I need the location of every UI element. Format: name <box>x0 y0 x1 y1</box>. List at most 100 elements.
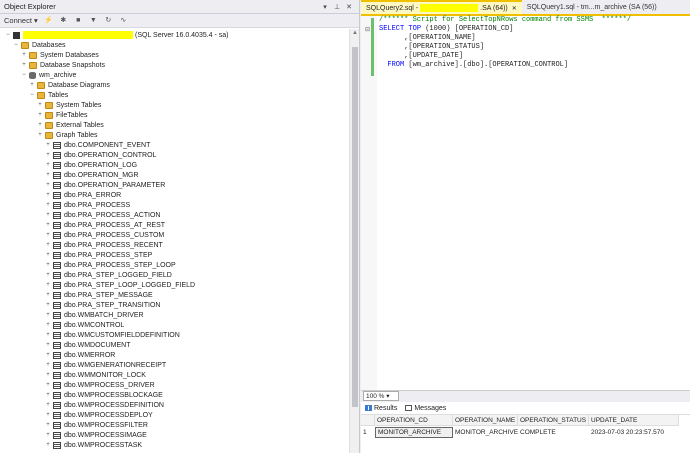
table-node[interactable]: + dbo.PRA_STEP_MESSAGE <box>44 290 153 300</box>
grid-cell[interactable]: 2023-07-03 20:23:57.570 <box>589 427 679 438</box>
table-node[interactable]: + dbo.PRA_ERROR <box>44 190 121 200</box>
table-node[interactable]: + dbo.PRA_STEP_LOOP_LOGGED_FIELD <box>44 280 195 290</box>
table-node[interactable]: + dbo.PRA_PROCESS_RECENT <box>44 240 163 250</box>
table-node[interactable]: + dbo.WMCONTROL <box>44 320 124 330</box>
expand-icon[interactable]: + <box>44 282 52 288</box>
tree-node-database-diagrams[interactable]: + Database Diagrams <box>28 80 110 90</box>
tab-messages[interactable]: Messages <box>405 405 446 412</box>
grid-corner[interactable] <box>361 415 375 426</box>
table-node[interactable]: + dbo.WMPROCESSFILTER <box>44 420 148 430</box>
expand-icon[interactable]: + <box>36 132 44 138</box>
tree-node-filetables[interactable]: + FileTables <box>36 110 88 120</box>
table-node[interactable]: + dbo.PRA_PROCESS_AT_REST <box>44 220 165 230</box>
expand-icon[interactable]: + <box>44 152 52 158</box>
table-node[interactable]: + dbo.WMPROCESSDEPLOY <box>44 410 153 420</box>
expand-icon[interactable]: + <box>44 302 52 308</box>
expand-icon[interactable]: + <box>44 172 52 178</box>
tree-node-system-databases[interactable]: + System Databases <box>20 50 99 60</box>
sql-code-editor[interactable]: ⊟ /****** Script for SelectTopNRows comm… <box>361 14 690 390</box>
expand-icon[interactable]: + <box>20 62 28 68</box>
grid-column-header[interactable]: OPERATION_STATUS <box>518 415 589 426</box>
expand-icon[interactable]: + <box>44 422 52 428</box>
table-node[interactable]: + dbo.PRA_PROCESS_ACTION <box>44 210 160 220</box>
scrollbar-thumb[interactable] <box>352 47 358 407</box>
tree-node-graph-tables[interactable]: + Graph Tables <box>36 130 98 140</box>
table-node[interactable]: + dbo.PRA_STEP_TRANSITION <box>44 300 160 310</box>
table-node[interactable]: + dbo.WMMONITOR_LOCK <box>44 370 146 380</box>
table-node[interactable]: + dbo.PRA_PROCESS_STEP <box>44 250 152 260</box>
expand-icon[interactable]: + <box>44 292 52 298</box>
close-icon[interactable]: ✕ <box>343 3 355 11</box>
expand-icon[interactable]: + <box>36 122 44 128</box>
expand-icon[interactable]: + <box>44 332 52 338</box>
expand-icon[interactable]: + <box>44 272 52 278</box>
tree-node-system-tables[interactable]: + System Tables <box>36 100 101 110</box>
tree-node-tables[interactable]: − Tables <box>28 90 68 100</box>
collapse-region-icon[interactable]: ⊟ <box>365 26 370 33</box>
expand-icon[interactable]: + <box>44 232 52 238</box>
table-node[interactable]: + dbo.OPERATION_PARAMETER <box>44 180 165 190</box>
table-node[interactable]: + dbo.WMPROCESSIMAGE <box>44 430 147 440</box>
expand-icon[interactable]: + <box>44 212 52 218</box>
table-node[interactable]: + dbo.WMPROCESSBLOCKAGE <box>44 390 163 400</box>
activity-icon[interactable]: ∿ <box>119 16 128 25</box>
expand-icon[interactable]: + <box>44 442 52 448</box>
table-node[interactable]: + dbo.PRA_PROCESS_STEP_LOOP <box>44 260 176 270</box>
expand-icon[interactable]: + <box>44 412 52 418</box>
expand-icon[interactable]: + <box>44 322 52 328</box>
table-node[interactable]: + dbo.PRA_STEP_LOGGED_FIELD <box>44 270 172 280</box>
table-node[interactable]: + dbo.WMBATCH_DRIVER <box>44 310 144 320</box>
grid-cell[interactable]: MONITOR_ARCHIVE <box>375 427 453 438</box>
table-node[interactable]: + dbo.COMPONENT_EVENT <box>44 140 150 150</box>
tab-results[interactable]: Results <box>365 405 397 412</box>
collapse-icon[interactable]: − <box>20 72 28 78</box>
table-node[interactable]: + dbo.WMGENERATIONRECEIPT <box>44 360 166 370</box>
expand-icon[interactable]: + <box>44 352 52 358</box>
expand-icon[interactable]: + <box>44 312 52 318</box>
row-number[interactable]: 1 <box>361 427 375 438</box>
expand-icon[interactable]: + <box>44 192 52 198</box>
disconnect-icon[interactable]: ✱ <box>59 16 68 25</box>
tree-node-database-snapshots[interactable]: + Database Snapshots <box>20 60 105 70</box>
table-node[interactable]: + dbo.PRA_PROCESS <box>44 200 130 210</box>
expand-icon[interactable]: + <box>44 362 52 368</box>
expand-icon[interactable]: + <box>44 242 52 248</box>
expand-icon[interactable]: + <box>44 202 52 208</box>
expand-icon[interactable]: + <box>36 112 44 118</box>
expand-icon[interactable]: + <box>44 252 52 258</box>
tree-node-databases[interactable]: − Databases <box>12 40 65 50</box>
scroll-up-icon[interactable]: ▲ <box>350 30 360 36</box>
filter-icon[interactable]: ▼ <box>89 16 98 25</box>
table-node[interactable]: + dbo.WMERROR <box>44 350 115 360</box>
grid-column-header[interactable]: OPERATION_NAME <box>453 415 518 426</box>
expand-icon[interactable]: + <box>44 382 52 388</box>
expand-icon[interactable]: + <box>28 82 36 88</box>
grid-cell[interactable]: MONITOR_ARCHIVE <box>453 427 518 438</box>
table-node[interactable]: + dbo.WMCUSTOMFIELDDEFINITION <box>44 330 180 340</box>
grid-column-header[interactable]: UPDATE_DATE <box>589 415 679 426</box>
table-node[interactable]: + dbo.WMPROCESS_DRIVER <box>44 380 155 390</box>
expand-icon[interactable]: + <box>44 342 52 348</box>
tree-node-external-tables[interactable]: + External Tables <box>36 120 104 130</box>
table-node[interactable]: + dbo.WMPROCESSDEFINITION <box>44 400 164 410</box>
grid-column-header[interactable]: OPERATION_CD <box>375 415 453 426</box>
close-tab-icon[interactable]: ✕ <box>512 5 517 12</box>
table-node[interactable]: + dbo.WMPROCESSTASK <box>44 440 142 450</box>
expand-icon[interactable]: + <box>44 222 52 228</box>
collapse-icon[interactable]: − <box>12 42 20 48</box>
object-explorer-scrollbar[interactable]: ▲ <box>349 29 359 453</box>
expand-icon[interactable]: + <box>44 162 52 168</box>
expand-icon[interactable]: + <box>44 432 52 438</box>
zoom-select[interactable]: 100 % ▾ <box>363 390 399 401</box>
stop-icon[interactable]: ■ <box>74 16 83 25</box>
connect-button[interactable]: Connect ▾ <box>4 16 38 25</box>
grid-cell[interactable]: COMPLETE <box>518 427 589 438</box>
table-node[interactable]: + dbo.OPERATION_MGR <box>44 170 139 180</box>
expand-icon[interactable]: + <box>44 142 52 148</box>
pin-icon[interactable]: ⊥ <box>331 3 343 11</box>
connect-icon[interactable]: ⚡ <box>44 16 53 25</box>
expand-icon[interactable]: + <box>44 372 52 378</box>
tree-node-wm-archive[interactable]: − wm_archive <box>20 70 76 80</box>
server-node[interactable]: − (SQL Server 16.0.4035.4 - sa) <box>4 30 229 40</box>
expand-icon[interactable]: + <box>44 262 52 268</box>
